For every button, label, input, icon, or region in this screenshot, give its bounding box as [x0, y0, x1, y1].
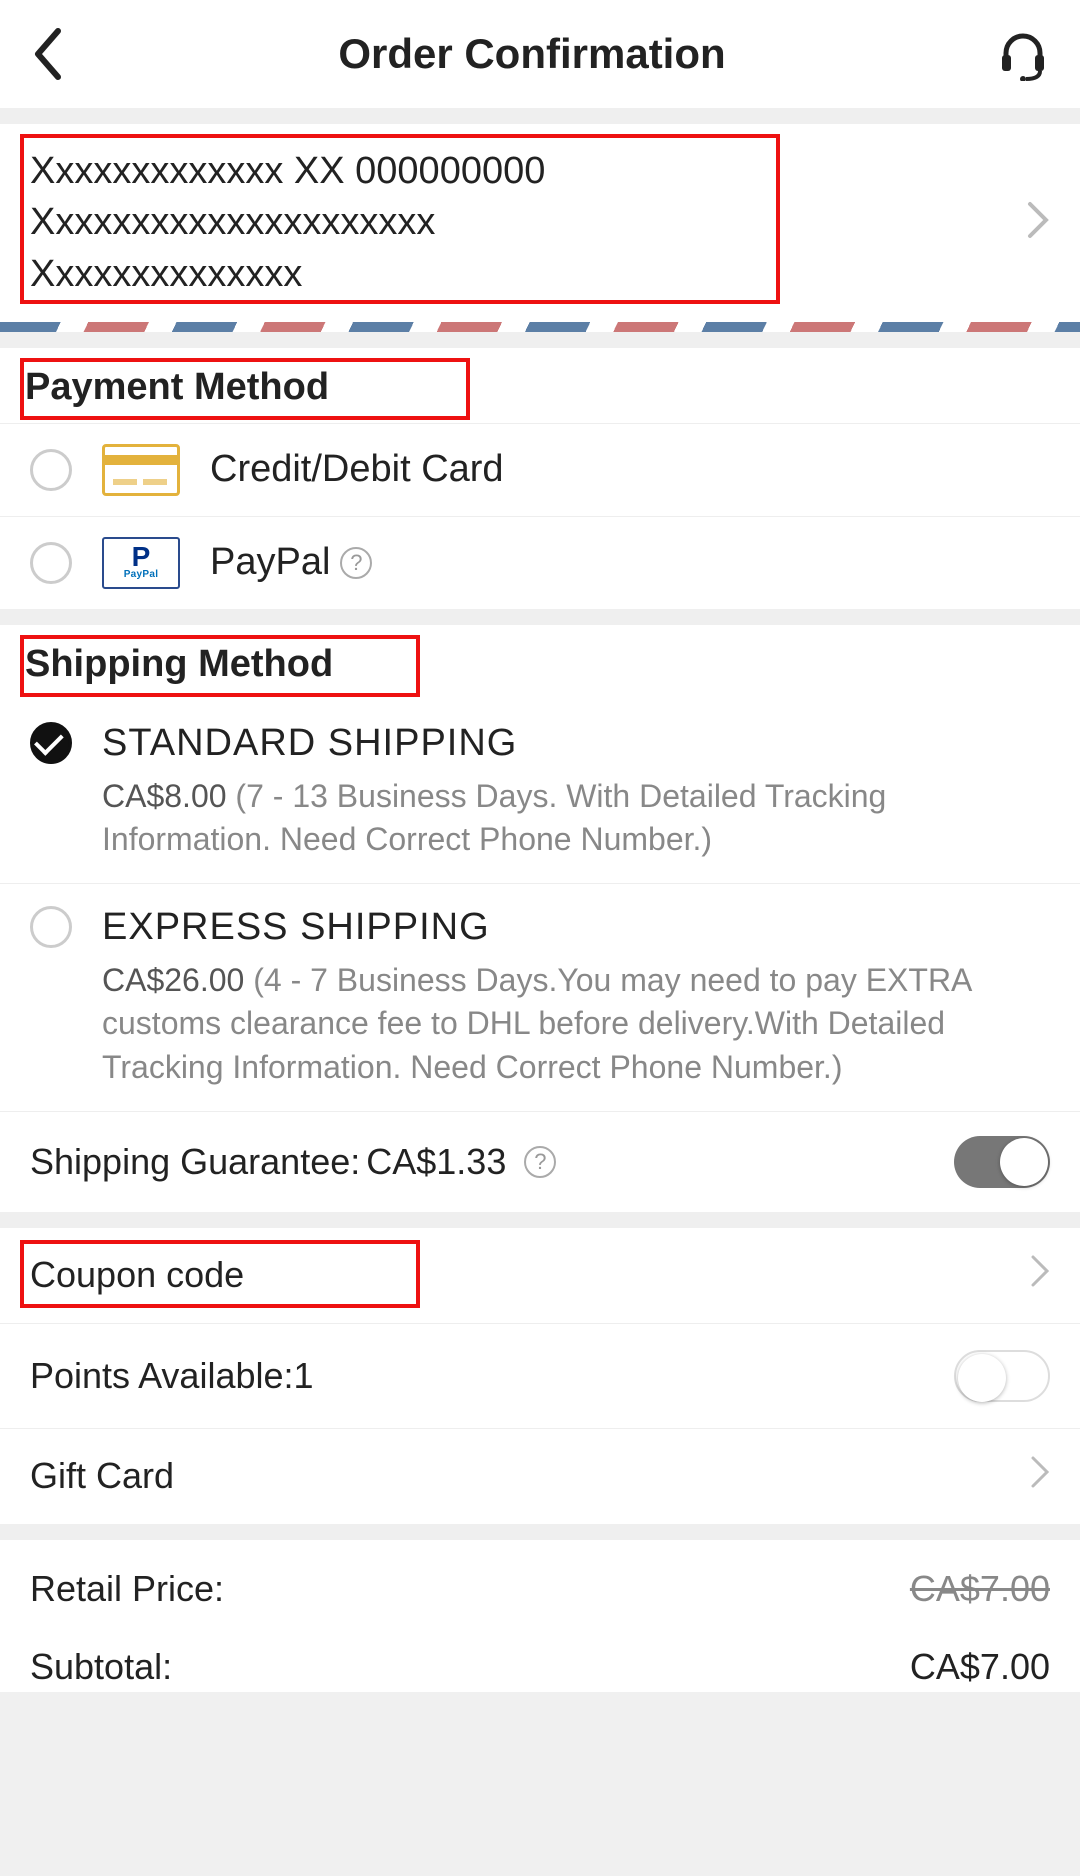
- address-line: Xxxxxxxxxxxxxx: [30, 249, 545, 300]
- header: Order Confirmation: [0, 0, 1080, 108]
- page-title: Order Confirmation: [338, 30, 725, 78]
- subtotal-row: Subtotal: CA$7.00: [30, 1628, 1050, 1692]
- shipping-address-card[interactable]: Xxxxxxxxxxxxx XX 000000000 Xxxxxxxxxxxxx…: [0, 124, 1080, 322]
- payment-option-card[interactable]: Credit/Debit Card: [0, 423, 1080, 516]
- payment-option-paypal[interactable]: PPayPal PayPal ?: [0, 516, 1080, 609]
- chevron-right-icon: [1030, 1455, 1050, 1498]
- shipping-desc: CA$26.00 (4 - 7 Business Days.You may ne…: [102, 959, 1050, 1089]
- points-toggle[interactable]: [954, 1350, 1050, 1402]
- airmail-stripe: [0, 322, 1080, 332]
- shipping-option-standard[interactable]: STANDARD SHIPPING CA$8.00 (7 - 13 Busine…: [0, 700, 1080, 884]
- address-line: Xxxxxxxxxxxxx XX 000000000: [30, 146, 545, 197]
- headset-icon[interactable]: [996, 27, 1050, 81]
- radio-unchecked-icon[interactable]: [30, 542, 72, 584]
- radio-checked-icon[interactable]: [30, 722, 72, 764]
- back-icon[interactable]: [30, 25, 68, 83]
- coupon-label: Coupon code: [30, 1254, 244, 1296]
- chevron-right-icon: [1030, 1254, 1050, 1297]
- giftcard-row[interactable]: Gift Card: [0, 1429, 1080, 1524]
- discounts-section: Coupon code Points Available: 1 Gift Car…: [0, 1228, 1080, 1524]
- totals-section: Retail Price: CA$7.00 Subtotal: CA$7.00: [0, 1540, 1080, 1692]
- shipping-title: EXPRESS SHIPPING: [102, 906, 1050, 949]
- shipping-guarantee-row: Shipping Guarantee: CA$1.33 ?: [0, 1112, 1080, 1212]
- chevron-right-icon: [1026, 200, 1050, 245]
- payment-heading: Payment Method: [0, 348, 1080, 423]
- credit-card-icon: [102, 444, 180, 496]
- giftcard-label: Gift Card: [30, 1455, 174, 1497]
- points-row: Points Available: 1: [0, 1324, 1080, 1429]
- subtotal-value: CA$7.00: [910, 1646, 1050, 1688]
- guarantee-toggle[interactable]: [954, 1136, 1050, 1188]
- shipping-desc: CA$8.00 (7 - 13 Business Days. With Deta…: [102, 775, 1050, 861]
- retail-label: Retail Price:: [30, 1568, 224, 1610]
- payment-label: Credit/Debit Card: [210, 448, 504, 491]
- paypal-icon: PPayPal: [102, 537, 180, 589]
- retail-value: CA$7.00: [910, 1568, 1050, 1610]
- payment-label: PayPal: [210, 541, 330, 584]
- help-icon[interactable]: ?: [524, 1146, 556, 1178]
- shipping-section: Shipping Method STANDARD SHIPPING CA$8.0…: [0, 625, 1080, 1212]
- address-text: Xxxxxxxxxxxxx XX 000000000 Xxxxxxxxxxxxx…: [30, 146, 545, 300]
- shipping-heading: Shipping Method: [0, 625, 1080, 700]
- guarantee-label: Shipping Guarantee:: [30, 1141, 360, 1183]
- guarantee-price: CA$1.33: [366, 1141, 506, 1183]
- radio-unchecked-icon[interactable]: [30, 906, 72, 948]
- radio-unchecked-icon[interactable]: [30, 449, 72, 491]
- points-label: Points Available:: [30, 1355, 294, 1397]
- shipping-title: STANDARD SHIPPING: [102, 722, 1050, 765]
- payment-section: Payment Method Credit/Debit Card PPayPal…: [0, 348, 1080, 609]
- retail-price-row: Retail Price: CA$7.00: [30, 1550, 1050, 1628]
- subtotal-label: Subtotal:: [30, 1646, 172, 1688]
- coupon-row[interactable]: Coupon code: [0, 1228, 1080, 1324]
- shipping-option-express[interactable]: EXPRESS SHIPPING CA$26.00 (4 - 7 Busines…: [0, 884, 1080, 1112]
- help-icon[interactable]: ?: [340, 547, 372, 579]
- address-line: Xxxxxxxxxxxxxxxxxxxxx: [30, 197, 545, 248]
- points-value: 1: [294, 1355, 314, 1397]
